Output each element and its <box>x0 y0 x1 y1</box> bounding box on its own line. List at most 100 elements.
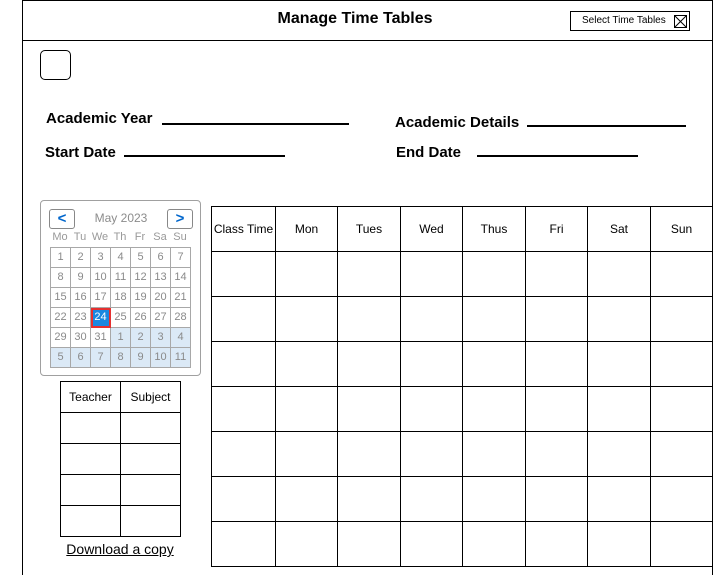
timetable-cell[interactable] <box>650 296 713 342</box>
teacher-cell[interactable] <box>60 505 121 537</box>
close-icon[interactable] <box>674 15 687 28</box>
timetable-cell[interactable] <box>525 431 588 477</box>
timetable-cell[interactable] <box>650 476 713 522</box>
timetable-cell[interactable] <box>400 341 463 387</box>
calendar-day[interactable]: 17 <box>91 288 111 308</box>
calendar-day[interactable]: 4 <box>171 328 191 348</box>
timetable-cell[interactable] <box>587 521 651 567</box>
calendar-day[interactable]: 8 <box>51 268 71 288</box>
calendar-day[interactable]: 1 <box>111 328 131 348</box>
timetable-cell[interactable] <box>275 386 338 432</box>
timetable-cell[interactable] <box>650 521 713 567</box>
calendar-day[interactable]: 6 <box>71 348 91 368</box>
timetable-cell[interactable] <box>400 476 463 522</box>
timetable-cell[interactable] <box>337 296 401 342</box>
teacher-cell[interactable] <box>60 443 121 475</box>
timetable-cell[interactable] <box>400 251 463 297</box>
calendar-day[interactable]: 11 <box>171 348 191 368</box>
timetable-cell[interactable] <box>275 476 338 522</box>
subject-cell[interactable] <box>120 412 181 444</box>
timetable-cell[interactable] <box>587 386 651 432</box>
subject-cell[interactable] <box>120 443 181 475</box>
timetable-cell[interactable] <box>587 476 651 522</box>
calendar-day[interactable]: 9 <box>131 348 151 368</box>
calendar-day[interactable]: 18 <box>111 288 131 308</box>
calendar-day[interactable]: 3 <box>151 328 171 348</box>
timetable-cell[interactable] <box>587 251 651 297</box>
calendar-day[interactable]: 16 <box>71 288 91 308</box>
timetable-cell[interactable] <box>337 251 401 297</box>
calendar-day[interactable]: 10 <box>91 268 111 288</box>
timetable-cell[interactable] <box>587 431 651 477</box>
calendar-day[interactable]: 19 <box>131 288 151 308</box>
calendar-day[interactable]: 30 <box>71 328 91 348</box>
calendar-day[interactable]: 7 <box>171 248 191 268</box>
calendar-day[interactable]: 2 <box>71 248 91 268</box>
academic-details-input[interactable] <box>527 125 686 127</box>
timetable-cell[interactable] <box>525 386 588 432</box>
calendar-day[interactable]: 5 <box>131 248 151 268</box>
academic-year-input[interactable] <box>162 123 349 125</box>
timetable-cell[interactable] <box>275 341 338 387</box>
calendar-day[interactable]: 25 <box>111 308 131 328</box>
teacher-cell[interactable] <box>60 412 121 444</box>
start-date-input[interactable] <box>124 155 285 157</box>
calendar-day[interactable]: 9 <box>71 268 91 288</box>
calendar-day[interactable]: 14 <box>171 268 191 288</box>
timetable-cell[interactable] <box>525 341 588 387</box>
calendar-day[interactable]: 3 <box>91 248 111 268</box>
timetable-cell[interactable] <box>337 431 401 477</box>
calendar-day[interactable]: 23 <box>71 308 91 328</box>
class-time-cell[interactable] <box>211 431 276 477</box>
timetable-cell[interactable] <box>587 296 651 342</box>
timetable-cell[interactable] <box>462 341 526 387</box>
calendar-day[interactable]: 11 <box>111 268 131 288</box>
calendar-day[interactable]: 4 <box>111 248 131 268</box>
timetable-cell[interactable] <box>400 431 463 477</box>
timetable-cell[interactable] <box>275 296 338 342</box>
timetable-cell[interactable] <box>462 431 526 477</box>
timetable-cell[interactable] <box>462 386 526 432</box>
calendar-day[interactable]: 8 <box>111 348 131 368</box>
timetable-cell[interactable] <box>337 476 401 522</box>
timetable-cell[interactable] <box>525 476 588 522</box>
calendar-day[interactable]: 10 <box>151 348 171 368</box>
timetable-cell[interactable] <box>400 296 463 342</box>
calendar-day[interactable]: 12 <box>131 268 151 288</box>
timetable-cell[interactable] <box>650 386 713 432</box>
timetable-cell[interactable] <box>650 341 713 387</box>
timetable-cell[interactable] <box>462 476 526 522</box>
prev-month-button[interactable]: < <box>49 209 75 229</box>
timetable-cell[interactable] <box>275 431 338 477</box>
calendar-day[interactable]: 22 <box>51 308 71 328</box>
class-time-cell[interactable] <box>211 521 276 567</box>
calendar-day[interactable]: 31 <box>91 328 111 348</box>
end-date-input[interactable] <box>477 155 638 157</box>
subject-cell[interactable] <box>120 474 181 506</box>
timetable-cell[interactable] <box>525 251 588 297</box>
calendar-day[interactable]: 28 <box>171 308 191 328</box>
timetable-cell[interactable] <box>337 341 401 387</box>
timetable-cell[interactable] <box>650 431 713 477</box>
placeholder-checkbox[interactable] <box>40 50 71 80</box>
timetable-cell[interactable] <box>525 296 588 342</box>
calendar-day[interactable]: 5 <box>51 348 71 368</box>
timetable-cell[interactable] <box>525 521 588 567</box>
calendar-day[interactable]: 6 <box>151 248 171 268</box>
calendar-day[interactable]: 20 <box>151 288 171 308</box>
calendar-day[interactable]: 29 <box>51 328 71 348</box>
timetable-cell[interactable] <box>462 296 526 342</box>
calendar-day[interactable]: 26 <box>131 308 151 328</box>
next-month-button[interactable]: > <box>167 209 193 229</box>
timetable-cell[interactable] <box>587 341 651 387</box>
download-copy-link[interactable]: Download a copy <box>22 541 218 557</box>
timetable-cell[interactable] <box>400 521 463 567</box>
timetable-cell[interactable] <box>275 521 338 567</box>
timetable-cell[interactable] <box>337 521 401 567</box>
calendar-day-selected[interactable]: 24 <box>91 308 111 328</box>
teacher-cell[interactable] <box>60 474 121 506</box>
calendar-day[interactable]: 1 <box>51 248 71 268</box>
calendar-day[interactable]: 2 <box>131 328 151 348</box>
class-time-cell[interactable] <box>211 296 276 342</box>
subject-cell[interactable] <box>120 505 181 537</box>
